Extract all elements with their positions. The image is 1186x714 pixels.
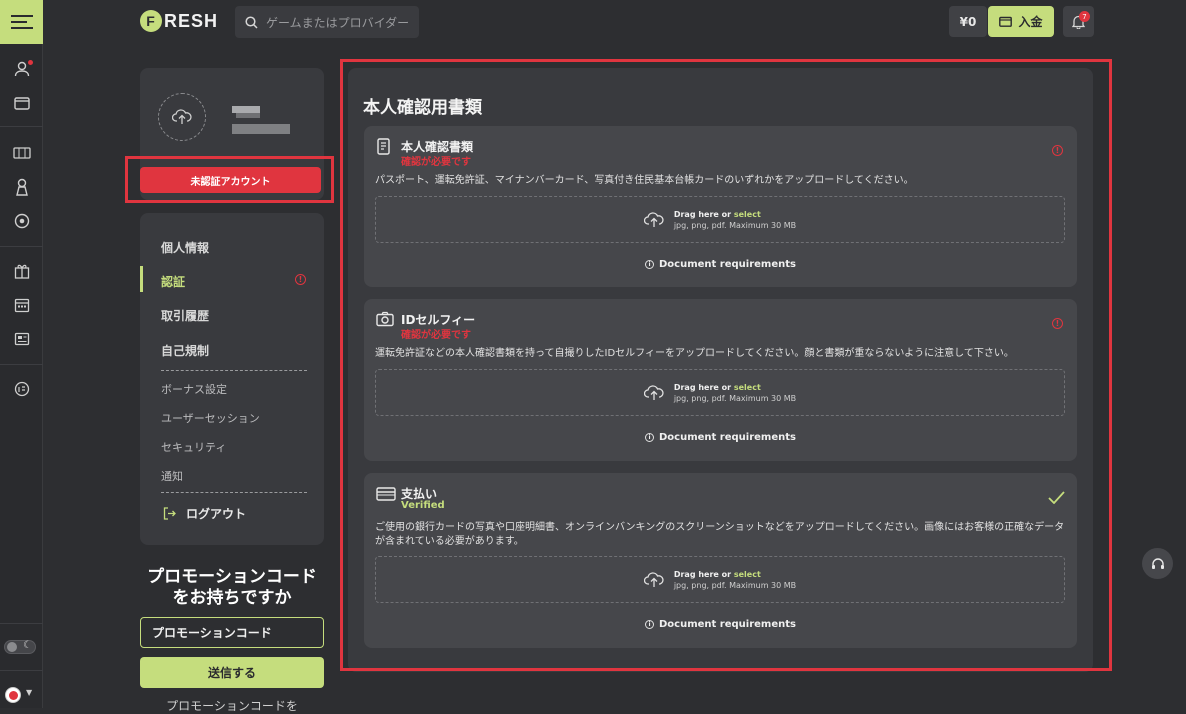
gift-icon [14,264,29,279]
nav-divider [161,370,307,371]
wallet-icon [13,97,30,110]
logout-icon [163,507,176,520]
logout-label: ログアウト [186,507,247,521]
nav-item-personal-info[interactable]: 個人情報 [161,239,209,256]
age-limit-icon [14,381,29,397]
chevron-down-icon[interactable]: ▼ [26,688,32,697]
slot-machine-icon [12,147,31,159]
unverified-account-badge[interactable]: 未認証アカウント [140,167,321,193]
rail-calendar-button[interactable] [0,291,43,319]
deposit-label: 入金 [1018,15,1043,29]
active-indicator [140,266,143,292]
rail-divider [0,364,43,365]
rail-divider [0,246,43,247]
notification-count-badge: 7 [1079,11,1090,22]
left-rail: ☾ ▼ [0,0,43,708]
avatar-upload[interactable] [158,93,206,141]
site-logo[interactable]: F RESH [140,10,218,32]
verification-panel-highlight [340,59,1112,671]
nav-item-notifications[interactable]: 通知 [161,468,183,484]
search-placeholder: ゲームまたはプロバイダー [266,15,410,30]
search-input[interactable]: ゲームまたはプロバイダー [235,6,419,38]
nav-item-user-sessions[interactable]: ユーザーセッション [161,410,260,426]
nav-item-transaction-history[interactable]: 取引履歴 [161,307,209,324]
top-bar: F RESH ゲームまたはプロバイダー ¥0 入金 7 [43,0,1186,44]
search-icon [245,15,258,29]
user-icon [14,61,29,77]
news-icon [14,332,29,346]
rail-divider [0,623,43,624]
language-flag-japan-icon[interactable] [5,687,21,703]
notification-dot [28,60,33,65]
dealer-icon [15,178,28,196]
rail-slots-button[interactable] [0,139,43,167]
hamburger-icon [10,15,33,29]
moon-icon: ☾ [23,640,32,651]
rail-live-casino-button[interactable] [0,173,43,201]
menu-toggle-button[interactable] [0,0,43,44]
ball-icon [14,213,29,229]
deposit-button[interactable]: 入金 [988,6,1054,37]
logo-mark: F [140,10,162,32]
rail-news-button[interactable] [0,325,43,353]
promo-submit-button[interactable]: 送信する [140,657,324,688]
rail-wallet-button[interactable] [0,89,43,117]
cloud-upload-icon [172,109,192,124]
rail-responsible-gaming-button[interactable] [0,375,43,403]
logout-button[interactable]: ログアウト [163,505,246,522]
calendar-icon [14,298,29,313]
promo-heading: プロモーションコード をお持ちですか [140,567,324,609]
headset-icon [1151,557,1164,569]
nav-item-self-restriction[interactable]: 自己規制 [161,342,209,359]
promo-code-input[interactable]: プロモーションコード [140,617,324,648]
rail-divider [0,670,43,671]
notifications-button[interactable]: 7 [1063,6,1094,37]
nav-item-security[interactable]: セキュリティ [161,439,226,455]
balance-display[interactable]: ¥0 [949,6,987,37]
rail-profile-button[interactable] [0,55,43,83]
wallet-icon [999,16,1013,27]
toggle-knob [7,642,17,652]
promo-heading-line2: をお持ちですか [172,588,292,608]
nav-item-verification[interactable]: 認証 [161,273,185,290]
rail-divider [0,126,43,127]
rail-sports-button[interactable] [0,207,43,235]
promo-footer-text: プロモーションコードを [166,699,298,713]
nav-divider [161,492,307,493]
account-settings-nav: 個人情報 認証 ! 取引履歴 自己規制 ボーナス設定 ユーザーセッション セキュ… [140,213,324,545]
alert-icon: ! [295,274,306,285]
logo-text: RESH [164,10,219,31]
verification-status-highlight: 未認証アカウント [125,156,334,203]
promo-heading-line1: プロモーションコード [147,567,317,587]
dark-mode-toggle[interactable]: ☾ [4,640,36,654]
nav-item-bonus-settings[interactable]: ボーナス設定 [161,381,227,397]
support-chat-button[interactable] [1142,548,1173,579]
rail-gifts-button[interactable] [0,257,43,285]
